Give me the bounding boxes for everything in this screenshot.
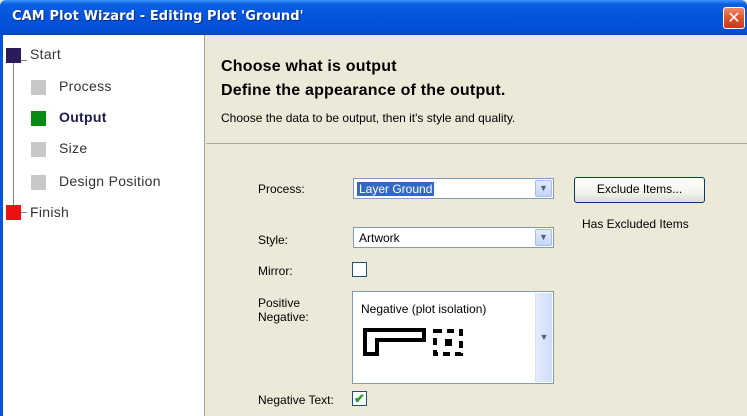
close-icon: ✕ <box>727 8 741 27</box>
step-label: Process <box>59 78 112 94</box>
negative-text-label: Negative Text: <box>258 393 334 407</box>
step-label: Start <box>30 46 62 62</box>
step-marker-icon <box>31 142 46 157</box>
step-marker-icon <box>6 205 21 220</box>
step-label: Size <box>59 140 88 156</box>
polarity-value: Negative (plot isolation) <box>361 302 487 316</box>
polarity-label-line2: Negative: <box>258 310 309 324</box>
polarity-select[interactable]: Negative (plot isolation) ▼ <box>352 291 554 384</box>
negative-text-checkbox[interactable]: ✔ <box>352 391 367 406</box>
negative-plot-preview-icon <box>363 328 463 356</box>
style-select[interactable]: Artwork ▼ <box>353 227 554 248</box>
window-title: CAM Plot Wizard - Editing Plot 'Ground' <box>12 9 304 24</box>
step-marker-icon <box>6 48 21 63</box>
header-divider <box>206 143 747 144</box>
page-heading: Choose what is output <box>221 58 397 75</box>
exclude-items-button[interactable]: Exclude Items... <box>574 177 705 203</box>
polarity-label-line1: Positive <box>258 296 301 310</box>
style-value: Artwork <box>359 231 400 245</box>
page-subheading: Define the appearance of the output. <box>221 82 506 99</box>
mirror-checkbox[interactable] <box>352 262 367 277</box>
wizard-steps-sidebar: Start Process Output Size Design Positio… <box>3 35 205 416</box>
process-label: Process: <box>258 182 305 196</box>
step-marker-icon <box>31 80 46 95</box>
wizard-page: Choose what is output Define the appeara… <box>206 35 747 416</box>
step-label: Output <box>59 109 107 125</box>
chevron-down-icon[interactable]: ▼ <box>535 229 552 246</box>
chevron-down-icon[interactable]: ▼ <box>535 293 552 382</box>
title-bar: CAM Plot Wizard - Editing Plot 'Ground' … <box>0 0 747 35</box>
close-button[interactable]: ✕ <box>723 7 745 29</box>
checkmark-icon: ✔ <box>354 391 365 406</box>
process-select[interactable]: Layer Ground ▼ <box>353 178 554 199</box>
chevron-down-icon[interactable]: ▼ <box>535 180 552 197</box>
excluded-items-status: Has Excluded Items <box>582 217 689 231</box>
step-marker-icon <box>31 111 46 126</box>
mirror-label: Mirror: <box>258 264 293 278</box>
step-marker-icon <box>31 175 46 190</box>
step-label: Design Position <box>59 173 161 189</box>
page-description: Choose the data to be output, then it's … <box>221 111 516 125</box>
step-label: Finish <box>30 204 70 220</box>
process-value: Layer Ground <box>357 182 435 196</box>
step-connector-line <box>13 57 14 219</box>
style-label: Style: <box>258 233 289 247</box>
